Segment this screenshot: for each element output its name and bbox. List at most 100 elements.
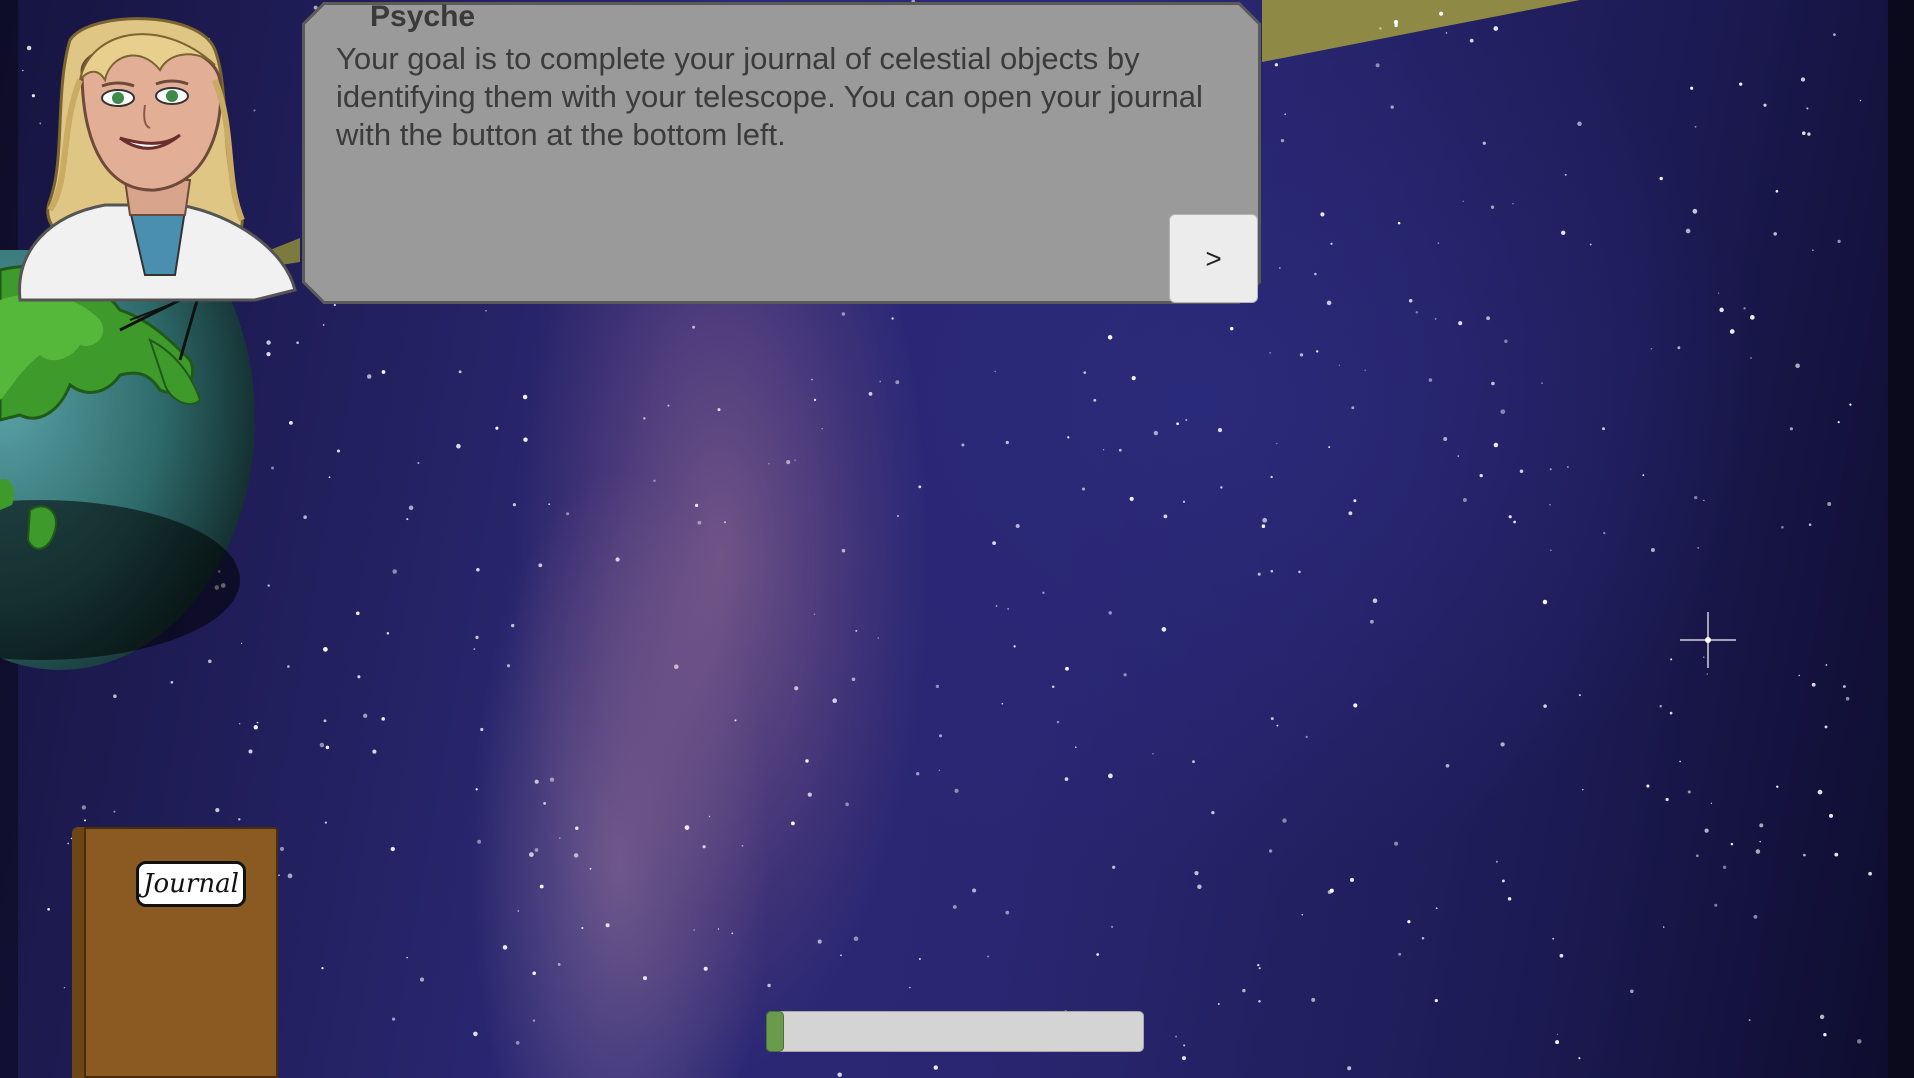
star xyxy=(523,437,528,442)
star xyxy=(1868,871,1872,876)
star xyxy=(1703,656,1705,658)
star xyxy=(266,340,271,345)
star xyxy=(1582,788,1584,791)
star xyxy=(1181,1056,1187,1061)
star xyxy=(1759,823,1764,828)
star xyxy=(1549,504,1551,506)
star xyxy=(529,852,534,857)
star xyxy=(1564,173,1567,176)
star xyxy=(390,846,395,852)
star xyxy=(1107,335,1113,340)
star xyxy=(935,684,940,689)
star xyxy=(724,521,726,524)
star xyxy=(1347,1066,1352,1071)
star xyxy=(1284,113,1287,116)
star xyxy=(288,420,293,425)
star xyxy=(1083,371,1087,374)
star xyxy=(271,466,274,470)
star xyxy=(1501,879,1505,883)
star xyxy=(1781,525,1784,529)
star xyxy=(954,788,959,793)
star xyxy=(1500,409,1506,415)
star xyxy=(791,821,795,826)
star xyxy=(855,629,858,632)
star xyxy=(278,874,280,876)
star xyxy=(1299,353,1304,357)
star xyxy=(63,987,66,989)
star xyxy=(653,479,656,482)
star xyxy=(1328,446,1331,449)
next-dialog-button[interactable]: > xyxy=(1169,214,1258,303)
star xyxy=(1512,203,1514,205)
star xyxy=(909,986,911,989)
star xyxy=(1445,763,1450,768)
star xyxy=(1695,854,1699,858)
star xyxy=(408,505,414,511)
star xyxy=(794,459,796,462)
star xyxy=(1646,784,1650,788)
star xyxy=(1559,953,1564,958)
star xyxy=(333,303,336,307)
star xyxy=(1849,403,1852,406)
star xyxy=(897,515,899,517)
star xyxy=(279,846,285,851)
star xyxy=(1493,26,1499,31)
star xyxy=(1348,511,1353,516)
star xyxy=(473,1031,478,1037)
star xyxy=(1717,292,1720,294)
star xyxy=(266,351,271,357)
star xyxy=(877,637,879,639)
star xyxy=(253,725,259,730)
star xyxy=(1753,914,1758,919)
dialog-text: Your goal is to complete your journal of… xyxy=(336,41,1203,152)
star xyxy=(1007,608,1009,610)
star xyxy=(891,317,894,320)
star xyxy=(1556,1033,1559,1035)
star xyxy=(1714,903,1718,907)
star xyxy=(558,837,561,839)
star xyxy=(987,955,990,958)
star xyxy=(532,971,536,976)
star xyxy=(1434,999,1438,1003)
star xyxy=(256,721,259,724)
star xyxy=(406,518,409,521)
star xyxy=(1507,897,1512,901)
star xyxy=(994,370,996,373)
star xyxy=(511,623,515,628)
star xyxy=(1183,1044,1186,1047)
star xyxy=(1462,200,1464,202)
star xyxy=(1326,300,1332,306)
star xyxy=(938,769,941,771)
star xyxy=(832,698,838,704)
journal-cover: Journal xyxy=(84,827,278,1078)
star xyxy=(336,449,341,453)
star xyxy=(1262,517,1268,523)
star xyxy=(1108,773,1113,779)
star xyxy=(47,907,50,911)
star xyxy=(1372,598,1378,603)
progress-bar-fill xyxy=(766,1011,784,1052)
journal-button[interactable]: Journal xyxy=(72,827,278,1078)
star xyxy=(995,605,998,607)
star xyxy=(1364,369,1366,371)
star xyxy=(1552,937,1555,940)
star xyxy=(693,929,695,931)
star xyxy=(916,772,920,776)
star xyxy=(417,462,420,464)
star xyxy=(1845,696,1850,701)
star xyxy=(1679,760,1681,763)
star xyxy=(1703,499,1705,502)
star xyxy=(321,966,324,970)
star xyxy=(1763,103,1767,107)
star xyxy=(366,374,372,379)
star xyxy=(1015,523,1020,529)
star xyxy=(1435,907,1438,910)
star xyxy=(1650,347,1653,350)
star xyxy=(1110,925,1114,929)
star xyxy=(1131,376,1136,381)
star xyxy=(1834,852,1839,857)
star xyxy=(717,408,721,412)
star xyxy=(1555,1040,1560,1045)
star xyxy=(319,742,325,748)
star xyxy=(938,734,943,738)
